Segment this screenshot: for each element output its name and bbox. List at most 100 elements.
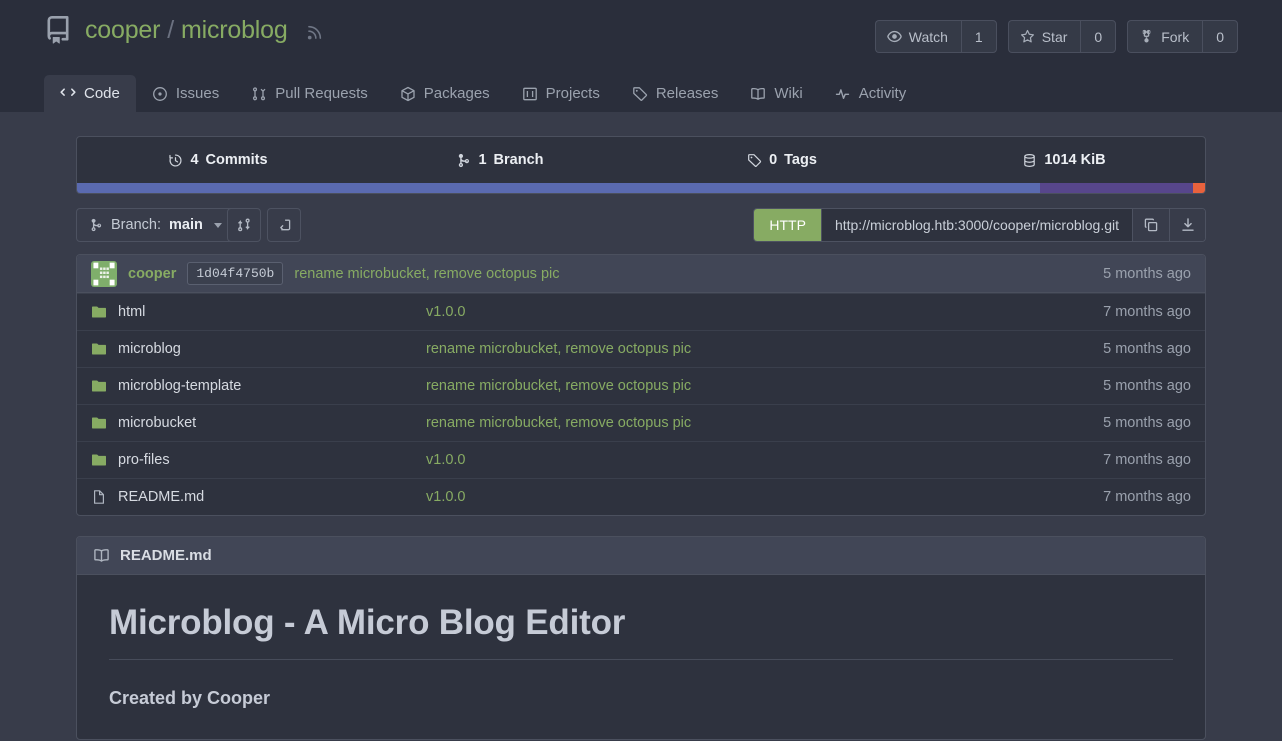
watch-button-group[interactable]: Watch 1 [874, 20, 997, 53]
file-name-cell: microblog [91, 341, 426, 357]
table-row[interactable]: microblog rename microbucket, remove oct… [77, 330, 1205, 367]
star-button[interactable]: Star [1007, 20, 1081, 53]
file-commit-message[interactable]: v1.0.0 [426, 452, 1103, 468]
file-commit-message[interactable]: rename microbucket, remove octopus pic [426, 341, 1103, 357]
tab-packages-label: Packages [423, 85, 490, 102]
file-name-link[interactable]: pro-files [118, 452, 170, 468]
book-icon [94, 549, 109, 562]
fork-button-group[interactable]: Fork 0 [1127, 20, 1238, 53]
commit-message-link[interactable]: rename microbucket, remove octopus pic [294, 266, 559, 282]
tab-pull-requests[interactable]: Pull Requests [235, 75, 384, 112]
file-commit-message[interactable]: v1.0.0 [426, 489, 1103, 505]
watch-button[interactable]: Watch [874, 20, 961, 53]
download-icon [1181, 218, 1194, 231]
repo-name-link[interactable]: microblog [181, 16, 288, 44]
readme-panel: README.md Microblog - A Micro Blog Edito… [76, 536, 1206, 740]
database-icon [1024, 153, 1036, 167]
file-name-link[interactable]: microblog-template [118, 378, 241, 394]
file-name-link[interactable]: html [118, 304, 145, 320]
commit-author-link[interactable]: cooper [128, 266, 176, 282]
table-row[interactable]: README.md v1.0.0 7 months ago [77, 478, 1205, 515]
stat-size: 1014 KiB [923, 137, 1205, 183]
tab-activity-label: Activity [858, 85, 907, 102]
stat-tags[interactable]: 0 Tags [641, 137, 923, 183]
file-age: 7 months ago [1103, 452, 1191, 468]
file-commit-message[interactable]: v1.0.0 [426, 304, 1103, 320]
file-name-link[interactable]: microbucket [118, 415, 196, 431]
stat-branches-label: Branch [493, 152, 544, 168]
file-age: 7 months ago [1103, 489, 1191, 505]
rss-icon[interactable] [306, 24, 323, 41]
fork-label: Fork [1161, 28, 1190, 45]
repo-header: cooper / microblog Watch 1 Star 0 Fork 0… [0, 0, 1282, 112]
star-button-group[interactable]: Star 0 [1007, 20, 1117, 53]
eye-icon [886, 30, 902, 43]
file-commit-message[interactable]: rename microbucket, remove octopus pic [426, 378, 1103, 394]
fork-button[interactable]: Fork [1127, 20, 1203, 53]
readme-subheading: Created by Cooper [109, 688, 271, 708]
commit-sha[interactable]: 1d04f4750b [187, 262, 284, 285]
repo-nav-tabs: Code Issues Pull Requests Packages Proje… [44, 70, 922, 112]
file-name-link[interactable]: README.md [118, 489, 204, 505]
tab-activity[interactable]: Activity [819, 75, 923, 112]
commit-age: 5 months ago [1103, 265, 1191, 282]
folder-icon [92, 417, 106, 429]
stat-size-value: 1014 KiB [1044, 152, 1106, 168]
repo-icon [47, 16, 69, 44]
stat-branches-count: 1 [478, 152, 487, 168]
copy-url-button[interactable] [1133, 209, 1169, 241]
readme-content: Microblog - A Micro Blog Editor Created … [77, 575, 1205, 739]
compare-button[interactable] [227, 208, 261, 242]
stat-branches[interactable]: 1 Branch [359, 137, 641, 183]
branch-selector-button[interactable]: Branch: main [76, 208, 235, 242]
branch-icon [91, 218, 102, 232]
readme-header: README.md [77, 537, 1205, 575]
fork-count[interactable]: 0 [1202, 20, 1238, 53]
book-icon [751, 87, 766, 100]
repo-summary-bar: 4 Commits 1 Branch 0 Tags 1014 KiB [76, 136, 1206, 194]
language-segment-orange [1192, 183, 1205, 193]
tab-projects[interactable]: Projects [506, 75, 616, 112]
repo-path: cooper / microblog [85, 16, 288, 44]
file-name-link[interactable]: microblog [118, 341, 181, 357]
star-count[interactable]: 0 [1080, 20, 1117, 53]
repo-stats-row: 4 Commits 1 Branch 0 Tags 1014 KiB [77, 137, 1205, 183]
file-age: 7 months ago [1103, 304, 1191, 320]
tab-releases-label: Releases [655, 85, 719, 102]
file-icon [94, 490, 104, 504]
fork-icon [1142, 29, 1151, 43]
clone-protocol-button[interactable]: HTTP [754, 209, 821, 241]
tab-packages[interactable]: Packages [384, 75, 506, 112]
branch-label-name: main [168, 217, 203, 233]
table-row[interactable]: pro-files v1.0.0 7 months ago [77, 441, 1205, 478]
tab-wiki[interactable]: Wiki [734, 75, 818, 112]
tab-issues[interactable]: Issues [136, 75, 235, 112]
table-row[interactable]: microbucket rename microbucket, remove o… [77, 404, 1205, 441]
language-bar [77, 183, 1205, 193]
clone-url-input[interactable]: http://microblog.htb:3000/cooper/microbl… [820, 209, 1133, 241]
stat-commits[interactable]: 4 Commits [77, 137, 359, 183]
file-name-cell: microbucket [91, 415, 426, 431]
tab-code[interactable]: Code [44, 75, 136, 112]
table-row[interactable]: html v1.0.0 7 months ago [77, 293, 1205, 330]
latest-commit-row: cooper 1d04f4750b rename microbucket, re… [77, 255, 1205, 293]
branch-icon [459, 153, 470, 167]
file-name-cell: pro-files [91, 452, 426, 468]
cooper-avatar[interactable] [91, 260, 117, 287]
chevron-down-icon [213, 222, 222, 228]
tab-issues-label: Issues [175, 85, 220, 102]
stat-tags-count: 0 [769, 152, 778, 168]
new-pull-request-button[interactable] [267, 208, 301, 242]
table-row[interactable]: microblog-template rename microbucket, r… [77, 367, 1205, 404]
stat-commits-label: Commits [205, 152, 268, 168]
tab-releases[interactable]: Releases [616, 75, 735, 112]
repo-body: 4 Commits 1 Branch 0 Tags 1014 KiB Branc… [0, 112, 1282, 740]
readme-title: README.md [120, 547, 212, 564]
language-segment-purple [1040, 183, 1193, 193]
tag-icon [748, 153, 762, 167]
file-commit-message[interactable]: rename microbucket, remove octopus pic [426, 415, 1103, 431]
download-archive-button[interactable] [1169, 209, 1205, 241]
watch-count[interactable]: 1 [960, 20, 997, 53]
star-icon [1020, 29, 1034, 43]
repo-owner-link[interactable]: cooper [85, 16, 160, 44]
